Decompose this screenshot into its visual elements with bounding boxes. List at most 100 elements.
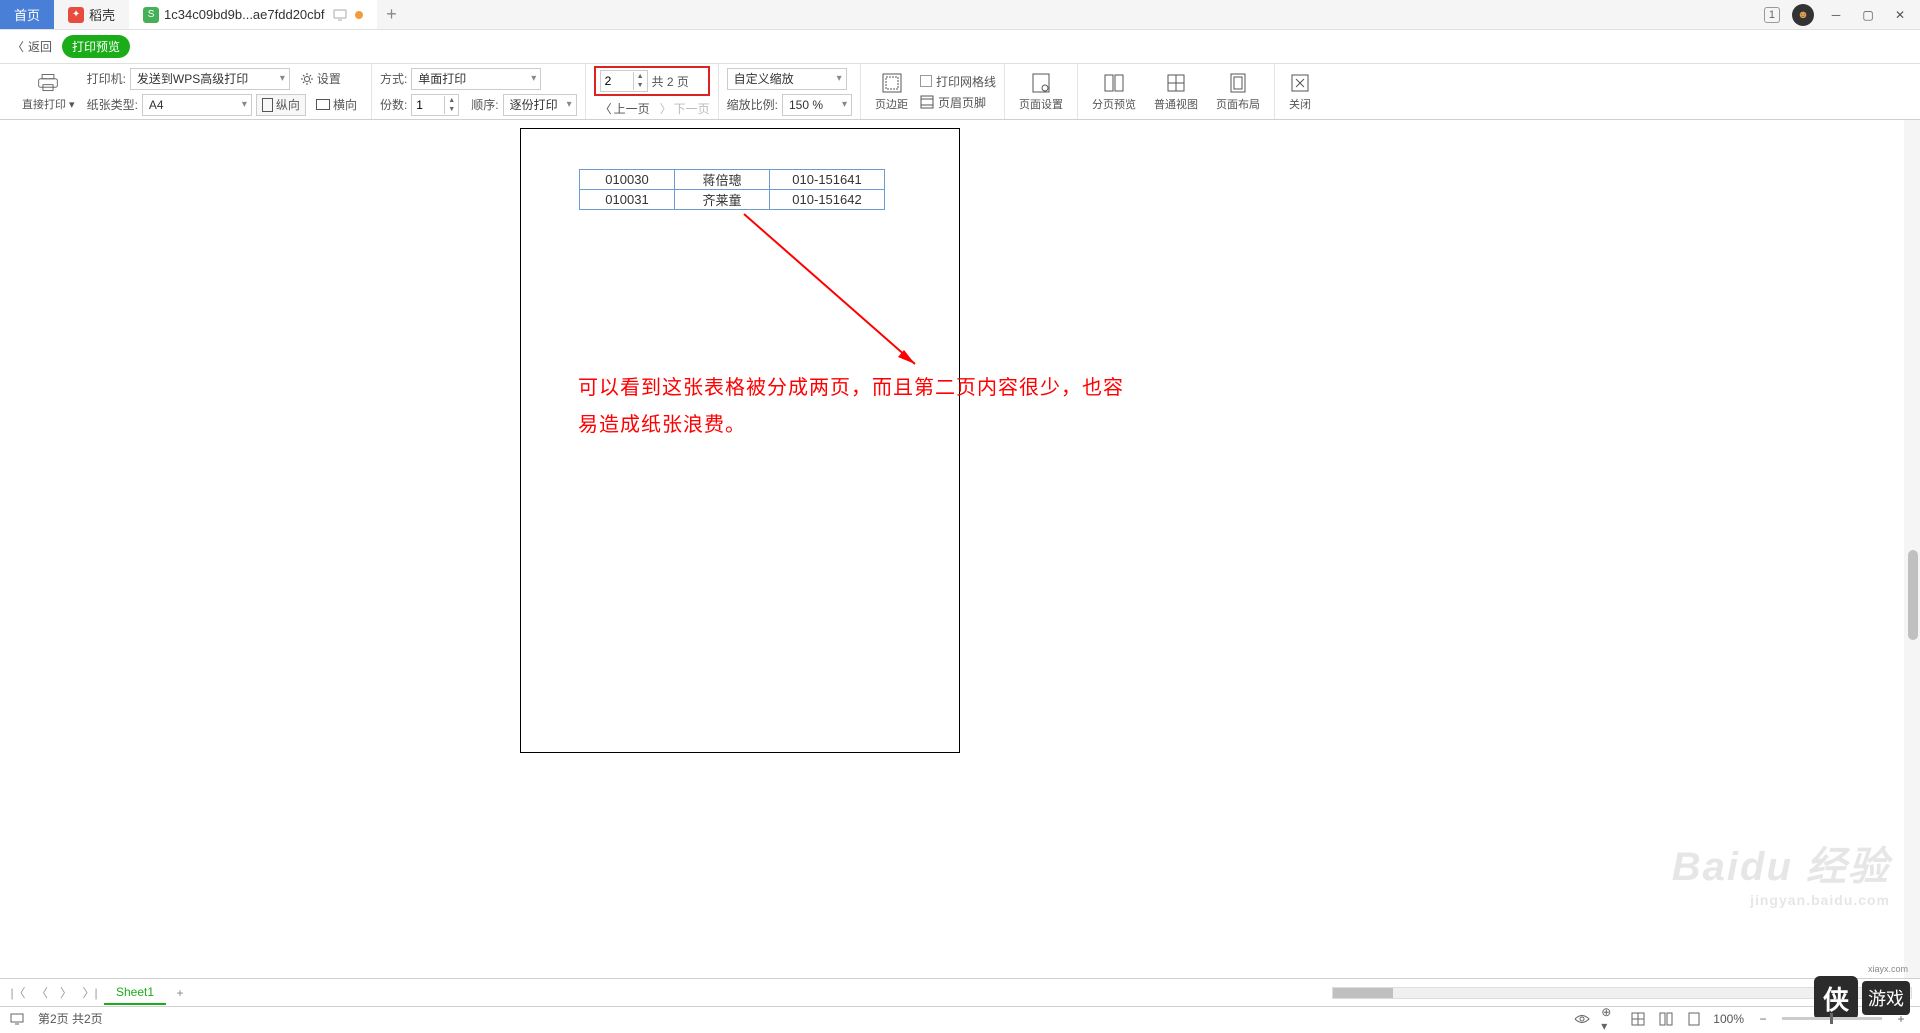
table-cell: 010031 — [580, 190, 675, 210]
vertical-scrollbar[interactable] — [1904, 120, 1920, 978]
annotation-text: 可以看到这张表格被分成两页，而且第二页内容很少，也容 易造成纸张浪费。 — [578, 370, 1278, 444]
table-cell: 010-151641 — [770, 170, 885, 190]
print-toolbar: 直接打印 ▾ 打印机: 发送到WPS高级打印 设置 纸张类型: A4 纵向 — [0, 64, 1920, 120]
paper-type-select[interactable]: A4 — [142, 94, 252, 116]
printer-icon — [37, 72, 59, 94]
sheet-prev-button[interactable]: 〈 — [32, 983, 52, 1003]
mode-label: 方式: — [380, 70, 407, 87]
page-number-box: ▲▼ 共 2 页 — [594, 66, 710, 96]
monitor-icon — [333, 9, 347, 21]
margins-icon — [881, 72, 903, 94]
minimize-button[interactable]: ─ — [1826, 5, 1846, 25]
portrait-button[interactable]: 纵向 — [256, 94, 306, 116]
page-break-icon — [1103, 72, 1125, 94]
close-preview-button[interactable]: 关闭 — [1283, 72, 1317, 112]
sheet-last-button[interactable]: 〉| — [80, 983, 100, 1003]
header-footer-button[interactable]: 页眉页脚 — [920, 94, 996, 111]
table-cell: 蒋倍璁 — [675, 170, 770, 190]
chevron-left-icon: 〈 — [600, 100, 612, 117]
center-icon[interactable]: ⊕ ▾ — [1601, 1010, 1619, 1028]
copies-spinner[interactable]: ▲▼ — [411, 94, 459, 116]
copies-input[interactable] — [412, 98, 444, 112]
back-button[interactable]: 〈 返回 — [12, 38, 52, 55]
baidu-watermark: Baidu 经验 jingyan.baidu.com — [1672, 834, 1890, 908]
copies-label: 份数: — [380, 96, 407, 113]
settings-button[interactable]: 设置 — [294, 68, 347, 90]
zoom-out-button[interactable]: − — [1754, 1010, 1772, 1028]
return-bar: 〈 返回 打印预览 — [0, 30, 1920, 64]
mode-select[interactable]: 单面打印 — [411, 68, 541, 90]
header-footer-icon — [920, 95, 934, 109]
sheet-next-button[interactable]: 〉 — [56, 983, 76, 1003]
page-break-preview-button[interactable]: 分页预览 — [1086, 72, 1142, 112]
zoom-in-button[interactable]: + — [1892, 1010, 1910, 1028]
order-select[interactable]: 逐份打印 — [503, 94, 577, 116]
user-avatar[interactable]: ☻ — [1792, 4, 1814, 26]
print-gridlines-checkbox[interactable]: 打印网格线 — [920, 73, 996, 90]
status-icon — [10, 1013, 24, 1025]
page-info: 第2页 共2页 — [38, 1010, 103, 1027]
spinner-down-icon[interactable]: ▼ — [634, 81, 647, 90]
zoom-ratio-select[interactable]: 150 % — [782, 94, 852, 116]
portrait-icon — [262, 98, 273, 112]
scrollbar-thumb[interactable] — [1908, 550, 1918, 640]
landscape-icon — [316, 99, 330, 110]
spreadsheet-icon: S — [143, 7, 159, 23]
tab-daoke[interactable]: ✦ 稻壳 — [54, 0, 129, 29]
close-window-button[interactable]: ✕ — [1890, 5, 1910, 25]
unsaved-indicator-icon — [355, 11, 363, 19]
zoom-value[interactable]: 100% — [1713, 1012, 1744, 1026]
view-layout-icon[interactable] — [1685, 1010, 1703, 1028]
spinner-up-icon[interactable]: ▲ — [634, 72, 647, 81]
spinner-down-icon[interactable]: ▼ — [445, 105, 458, 114]
prev-page-button[interactable]: 〈上一页 — [600, 100, 650, 117]
tab-bar: 首页 ✦ 稻壳 S 1c34c09bd9b...ae7fdd20cbf + 1 … — [0, 0, 1920, 30]
paper-type-label: 纸张类型: — [87, 96, 138, 113]
zoom-ratio-label: 缩放比例: — [727, 96, 778, 113]
page-setup-button[interactable]: 页面设置 — [1013, 72, 1069, 112]
page-input[interactable] — [601, 74, 633, 88]
sheet-bar: |〈 〈 〉 〉| Sheet1 + xiayx.com 侠 游戏 — [0, 978, 1920, 1006]
direct-print-button[interactable]: 直接打印 ▾ — [16, 72, 81, 112]
maximize-button[interactable]: ▢ — [1858, 5, 1878, 25]
page-setup-icon — [1030, 72, 1052, 94]
preview-area: 010030 蒋倍璁 010-151641 010031 齐莱童 010-151… — [0, 120, 1920, 978]
tab-home[interactable]: 首页 — [0, 0, 54, 29]
add-sheet-button[interactable]: + — [170, 986, 190, 1000]
table-cell: 齐莱童 — [675, 190, 770, 210]
checkbox-icon — [920, 75, 932, 87]
page-spinner[interactable]: ▲▼ — [600, 70, 648, 92]
page-total-label: 共 2 页 — [652, 73, 689, 90]
normal-view-button[interactable]: 普通视图 — [1148, 72, 1204, 112]
close-icon — [1289, 72, 1311, 94]
gear-icon — [300, 72, 314, 86]
scrollbar-thumb[interactable] — [1333, 988, 1393, 998]
zoom-mode-select[interactable]: 自定义缩放 — [727, 68, 847, 90]
order-label: 顺序: — [471, 96, 498, 113]
titlebar-badge[interactable]: 1 — [1764, 7, 1780, 23]
spinner-up-icon[interactable]: ▲ — [445, 96, 458, 105]
next-page-button[interactable]: 〉下一页 — [660, 100, 710, 117]
new-tab-button[interactable]: + — [377, 4, 407, 25]
zoom-slider[interactable] — [1782, 1017, 1882, 1020]
horizontal-scrollbar[interactable] — [1332, 987, 1912, 999]
table-row: 010031 齐莱童 010-151642 — [580, 190, 885, 210]
tab-file[interactable]: S 1c34c09bd9b...ae7fdd20cbf — [129, 0, 376, 29]
daoke-icon: ✦ — [68, 7, 84, 23]
sheet-tab-sheet1[interactable]: Sheet1 — [104, 981, 166, 1005]
landscape-button[interactable]: 横向 — [310, 94, 363, 116]
view-normal-icon[interactable] — [1629, 1010, 1647, 1028]
margins-button[interactable]: 页边距 — [869, 72, 914, 112]
eye-icon[interactable] — [1573, 1010, 1591, 1028]
grid-icon — [1165, 72, 1187, 94]
page-layout-icon — [1227, 72, 1249, 94]
data-table: 010030 蒋倍璁 010-151641 010031 齐莱童 010-151… — [579, 169, 885, 210]
chevron-right-icon: 〉 — [660, 100, 672, 117]
page-layout-button[interactable]: 页面布局 — [1210, 72, 1266, 112]
sheet-first-button[interactable]: |〈 — [8, 983, 28, 1003]
table-cell: 010-151642 — [770, 190, 885, 210]
view-page-icon[interactable] — [1657, 1010, 1675, 1028]
printer-select[interactable]: 发送到WPS高级打印 — [130, 68, 290, 90]
chevron-left-icon: 〈 — [12, 38, 24, 55]
print-preview-badge: 打印预览 — [62, 35, 130, 58]
